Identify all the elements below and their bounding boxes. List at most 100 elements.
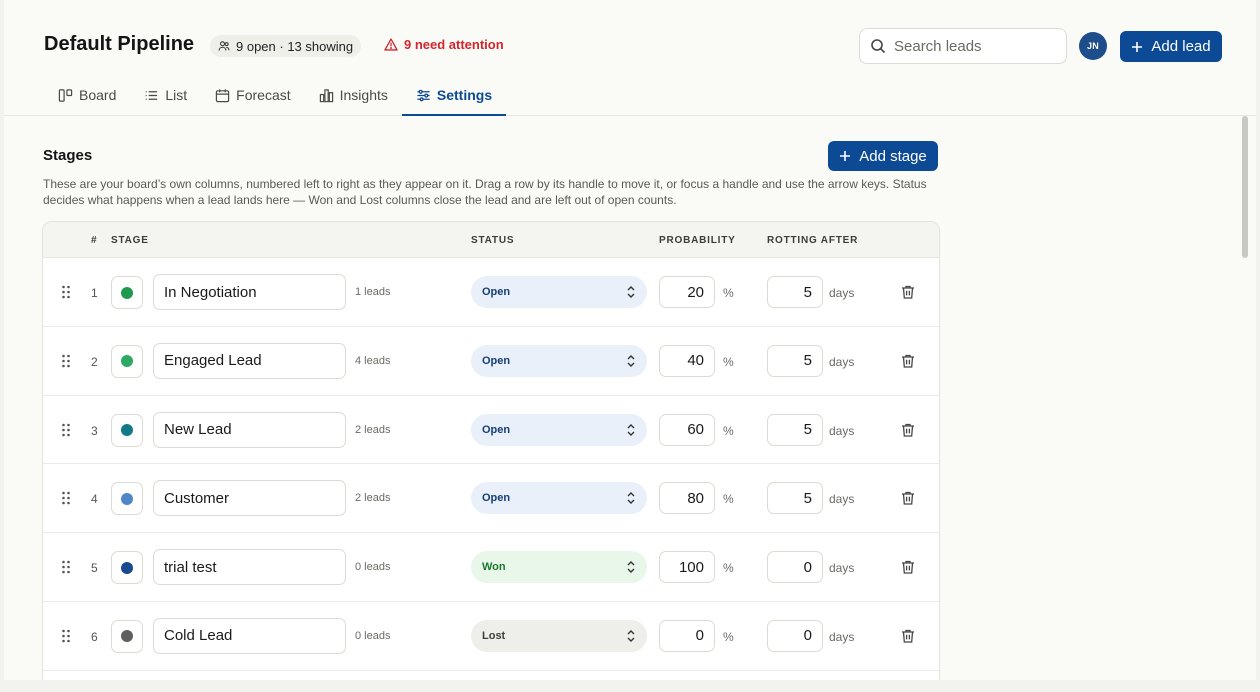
rotting-days-input[interactable] [767,276,823,308]
bar-chart-icon [319,88,333,102]
add-lead-label: Add lead [1151,38,1211,55]
column-header-number: # [91,235,98,246]
section-description: These are your board’s own columns, numb… [43,177,927,207]
users-icon [218,41,230,51]
tab-label: Settings [436,87,493,103]
warning-icon [384,38,398,51]
plus-icon [1132,41,1143,52]
board-icon [58,88,73,102]
plus-icon [840,151,851,161]
lead-count: 4 leads [355,354,391,367]
status-select[interactable]: Won [471,551,647,584]
trash-icon[interactable] [900,422,916,438]
stage-number: 3 [91,423,98,438]
page-title: Default Pipeline [44,33,195,55]
drag-handle-icon[interactable] [61,354,71,368]
trash-icon[interactable] [900,490,916,506]
page-scrollbar[interactable] [1242,116,1248,258]
search-input[interactable] [894,37,1054,55]
tab-board[interactable]: Board [44,76,130,116]
color-picker-button[interactable] [111,482,143,516]
add-lead-button[interactable]: Add lead [1120,31,1222,62]
avatar[interactable]: JN [1079,32,1107,60]
app-window: Default Pipeline 9 open · 13 showing 9 n… [4,0,1256,680]
stage-number: 6 [91,629,98,644]
status-select[interactable]: Open [471,276,647,308]
probability-input[interactable] [659,619,715,652]
percent-unit: % [723,423,734,438]
drag-handle-icon[interactable] [61,285,71,299]
percent-unit: % [723,492,734,507]
calendar-icon [215,88,230,102]
add-stage-label: Add stage [859,147,927,165]
color-picker-button[interactable] [111,276,143,309]
trash-icon[interactable] [900,628,916,644]
probability-input[interactable] [659,482,715,515]
tab-list[interactable]: List [130,76,201,116]
drag-handle-icon[interactable] [61,491,71,505]
rotting-days-input[interactable] [767,619,823,652]
rotting-days-input[interactable] [767,413,823,446]
probability-input[interactable] [659,413,715,446]
color-picker-button[interactable] [111,344,143,378]
stage-number: 1 [91,286,98,300]
status-select[interactable]: Open [471,344,647,377]
status-value: Lost [482,629,506,642]
stage-name-input[interactable] [153,411,346,448]
status-select[interactable]: Open [471,413,647,446]
color-picker-button[interactable] [111,619,143,653]
probability-input[interactable] [659,551,715,584]
chevron-up-down-icon [627,561,635,574]
probability-input[interactable] [659,276,715,308]
status-select[interactable]: Open [471,482,647,515]
stages-table: # STAGE STATUS PROBABILITY ROTTING AFTER… [42,221,940,680]
search-icon [871,39,886,54]
stage-number: 4 [91,492,98,507]
table-header: # STAGE STATUS PROBABILITY ROTTING AFTER [43,222,939,258]
chevron-up-down-icon [627,286,635,298]
attention-badge[interactable]: 9 need attention [384,37,504,52]
tab-forecast[interactable]: Forecast [201,76,304,116]
stage-name-input[interactable] [153,480,346,517]
percent-unit: % [723,629,734,644]
percent-unit: % [723,286,734,300]
rotting-days-input[interactable] [767,551,823,584]
status-value: Won [482,561,506,574]
color-picker-button[interactable] [111,551,143,585]
top-bar: Default Pipeline 9 open · 13 showing 9 n… [4,0,1256,116]
chevron-up-down-icon [627,629,635,642]
days-unit: days [829,286,855,300]
search-box[interactable] [859,28,1067,64]
drag-handle-icon[interactable] [61,629,71,643]
list-icon [146,90,158,100]
trash-icon[interactable] [900,284,916,300]
tab-insights[interactable]: Insights [305,76,402,116]
add-stage-button[interactable]: Add stage [828,141,938,171]
tab-settings[interactable]: Settings [401,76,507,116]
drag-handle-icon[interactable] [61,423,71,437]
lead-count: 2 leads [355,423,391,436]
stage-name-input[interactable] [153,342,346,379]
trash-icon[interactable] [900,353,916,369]
percent-unit: % [723,354,734,369]
sliders-icon [417,89,430,101]
trash-icon[interactable] [900,559,916,575]
stage-name-input[interactable] [153,274,346,310]
stage-name-input[interactable] [153,549,346,586]
chevron-up-down-icon [627,492,635,505]
stage-name-input[interactable] [153,617,346,654]
probability-input[interactable] [659,344,715,377]
lead-count: 1 leads [355,286,391,298]
drag-handle-icon[interactable] [61,560,71,574]
lead-count: 0 leads [355,561,391,574]
color-swatch [121,561,133,574]
color-picker-button[interactable] [111,413,143,447]
section-title: Stages [43,147,93,164]
rotting-days-input[interactable] [767,482,823,515]
table-row: 3 2 leads Open % days [43,396,939,465]
status-select[interactable]: Lost [471,619,647,652]
color-swatch [121,424,133,437]
table-body: 1 1 leads Open % days 2 4 leads [43,258,939,671]
rotting-days-input[interactable] [767,344,823,377]
view-tabs: Board List Forecast Insights Settings [44,76,507,116]
